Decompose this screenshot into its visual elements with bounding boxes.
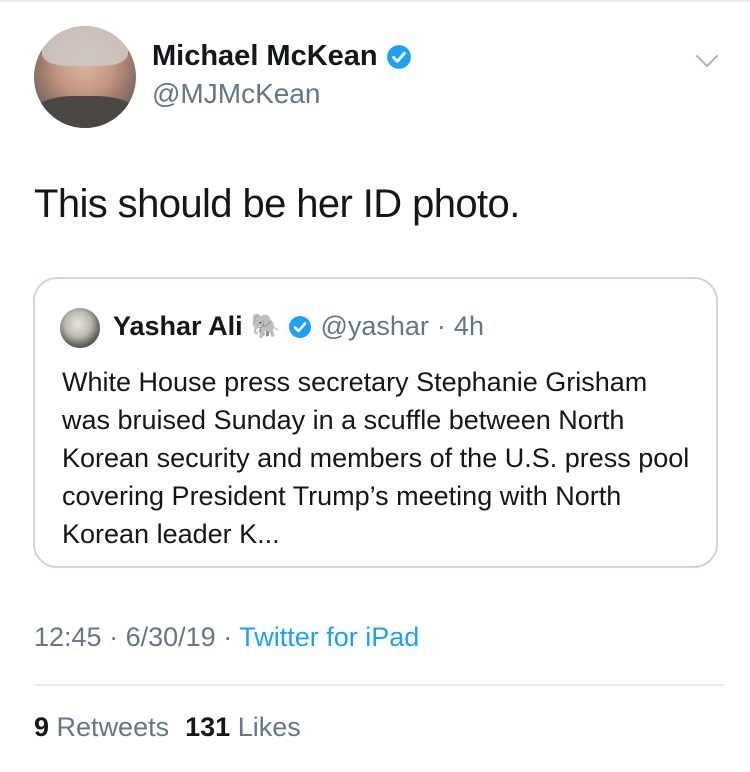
author-name-row[interactable]: Michael McKean bbox=[152, 40, 412, 73]
quoted-author-handle: @yashar bbox=[320, 311, 429, 341]
meta-separator: · bbox=[223, 622, 233, 652]
tweet-date: 6/30/19 bbox=[125, 622, 216, 652]
author-name[interactable]: Michael McKean bbox=[152, 40, 378, 73]
author-handle[interactable]: @MJMcKean bbox=[152, 78, 320, 110]
quoted-tweet-card[interactable]: Yashar Ali 🐘 @yashar · 4h White House pr… bbox=[33, 277, 718, 568]
tweet-text: This should be her ID photo. bbox=[34, 182, 520, 226]
retweets-count: 9 bbox=[34, 712, 50, 742]
divider bbox=[34, 684, 724, 686]
quoted-time: 4h bbox=[453, 311, 484, 341]
quoted-author-name: Yashar Ali bbox=[113, 311, 243, 341]
elephant-emoji: 🐘 bbox=[250, 312, 281, 340]
meta-separator: · bbox=[109, 622, 119, 652]
tweet-time: 12:45 bbox=[34, 622, 102, 652]
verified-badge-icon bbox=[289, 315, 312, 338]
quoted-separator: · bbox=[436, 311, 446, 341]
likes-stat[interactable]: 131 Likes bbox=[185, 712, 301, 742]
tweet-source-link[interactable]: Twitter for iPad bbox=[239, 622, 419, 652]
tweet-meta: 12:45 · 6/30/19 · Twitter for iPad bbox=[34, 622, 419, 653]
verified-badge-icon bbox=[386, 44, 411, 69]
quoted-author-avatar bbox=[60, 308, 100, 348]
top-divider bbox=[0, 0, 750, 2]
retweets-label: Retweets bbox=[56, 712, 170, 742]
tweet-stats: 9 Retweets 131 Likes bbox=[34, 712, 301, 743]
likes-label: Likes bbox=[237, 712, 301, 742]
tweet-detail: Michael McKean @MJMcKean This should be … bbox=[0, 0, 750, 772]
likes-count: 131 bbox=[185, 712, 231, 742]
chevron-down-icon[interactable] bbox=[694, 52, 720, 70]
quoted-tweet-header: Yashar Ali 🐘 @yashar · 4h bbox=[113, 311, 484, 342]
author-avatar[interactable] bbox=[34, 26, 136, 128]
retweets-stat[interactable]: 9 Retweets bbox=[34, 712, 169, 742]
quoted-tweet-text: White House press secretary Stephanie Gr… bbox=[62, 367, 690, 549]
